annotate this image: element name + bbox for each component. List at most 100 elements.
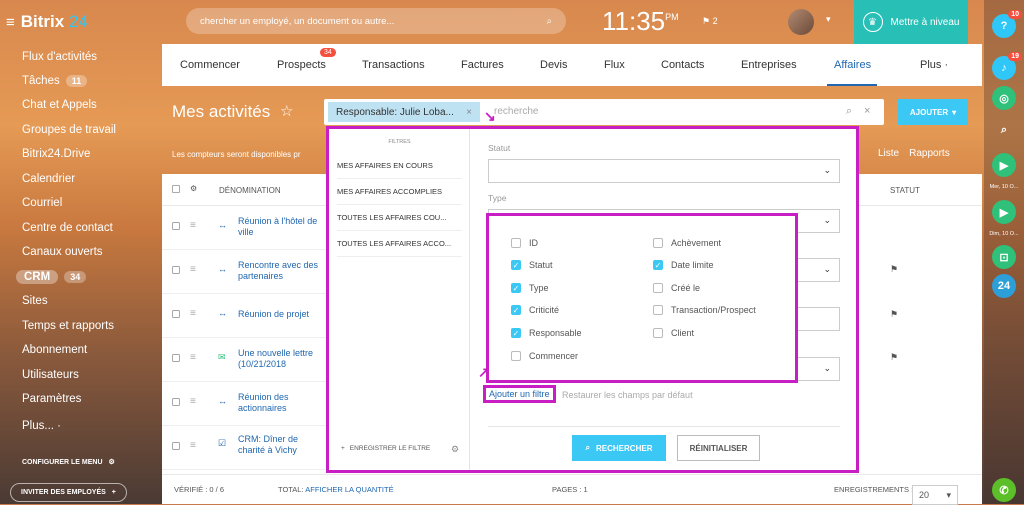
sidebar-item-drive[interactable]: Bitrix24.Drive (22, 148, 90, 160)
row-title[interactable]: Réunion des actionnaires (238, 392, 322, 414)
column-header-status[interactable]: STATUT (890, 186, 920, 195)
table-row[interactable]: ≡ ✉ Une nouvelle lettre (10/21/2018 (162, 338, 326, 382)
sidebar-item-parametres[interactable]: Paramètres (22, 393, 81, 405)
add-button[interactable]: AJOUTER ▾ (898, 99, 968, 125)
show-quantity-link[interactable]: AFFICHER LA QUANTITÉ (305, 485, 393, 494)
bell-icon[interactable]: ♪ 19 (992, 52, 1022, 80)
tab-devis[interactable]: Devis (540, 59, 568, 71)
sidebar-item-utilisateurs[interactable]: Utilisateurs (22, 369, 79, 381)
table-row[interactable]: ≡ ↔ Rencontre avec des partenaires (162, 250, 326, 294)
tab-commencer[interactable]: Commencer (180, 59, 240, 71)
sidebar-item-temps[interactable]: Temps et rapports (22, 320, 114, 332)
search-icon[interactable]: ⌕ (992, 118, 1016, 142)
checkbox[interactable] (653, 305, 663, 315)
row-title[interactable]: Réunion de projet (238, 309, 322, 320)
sidebar-item-groupes[interactable]: Groupes de travail (22, 124, 116, 136)
video-icon[interactable]: ▶ (992, 200, 1016, 224)
row-title[interactable]: Réunion à l'hôtel de ville (238, 216, 322, 238)
field-option-transaction[interactable]: Transaction/Prospect (653, 305, 756, 315)
tab-transactions[interactable]: Transactions (362, 59, 425, 71)
row-checkbox[interactable] (172, 442, 180, 450)
sidebar-item-chat[interactable]: Chat et Appels (22, 99, 97, 111)
filter-preset[interactable]: TOUTES LES AFFAIRES ACCO... (337, 231, 462, 257)
star-icon[interactable]: ☆ (280, 102, 293, 120)
flag-counter[interactable]: ⚑ 2 (702, 16, 718, 27)
field-option-cree-le[interactable]: Créé le (653, 283, 700, 293)
search-button[interactable]: ⌕ RECHERCHER (572, 435, 666, 461)
row-checkbox[interactable] (172, 310, 180, 318)
phone-icon[interactable]: ✆ (992, 478, 1016, 502)
filter-preset[interactable]: TOUTES LES AFFAIRES COU... (337, 205, 462, 231)
filter-bar[interactable]: Responsable: Julie Loba... × recherche ⌕ … (324, 99, 884, 125)
row-menu-icon[interactable]: ≡ (190, 396, 196, 407)
tab-affaires[interactable]: Affaires (834, 59, 871, 71)
sidebar-item-centre-contact[interactable]: Centre de contact (22, 222, 113, 234)
sidebar-item-crm[interactable]: CRM 34 (16, 270, 87, 284)
app-logo[interactable]: ≡ Bitrix 24 (6, 12, 88, 32)
row-menu-icon[interactable]: ≡ (190, 220, 196, 231)
field-option-statut[interactable]: ✓ Statut (511, 260, 553, 270)
chevron-down-icon[interactable]: ▾ (826, 14, 831, 25)
field-option-responsable[interactable]: ✓ Responsable (511, 328, 582, 338)
sidebar-item-sites[interactable]: Sites (22, 295, 48, 307)
checkbox-checked[interactable]: ✓ (511, 328, 521, 338)
row-menu-icon[interactable]: ≡ (190, 308, 196, 319)
close-icon[interactable]: × (466, 107, 472, 118)
add-filter-link[interactable]: Ajouter un filtre (483, 385, 556, 403)
checkbox-checked[interactable]: ✓ (511, 305, 521, 315)
checkbox-checked[interactable]: ✓ (511, 260, 521, 270)
checkbox-checked[interactable]: ✓ (511, 283, 521, 293)
gear-icon[interactable]: ⚙ (190, 184, 197, 193)
checkbox-checked[interactable]: ✓ (653, 260, 663, 270)
row-menu-icon[interactable]: ≡ (190, 440, 196, 451)
field-option-achevement[interactable]: Achèvement (653, 238, 721, 248)
checkbox[interactable] (511, 238, 521, 248)
sidebar-item-flux[interactable]: Flux d'activités (22, 51, 97, 63)
avatar[interactable] (788, 9, 814, 35)
search-icon[interactable]: ⌕ (846, 105, 852, 118)
field-option-criticite[interactable]: ✓ Criticité (511, 305, 559, 315)
row-checkbox[interactable] (172, 222, 180, 230)
view-reports-link[interactable]: Rapports (909, 148, 950, 159)
table-row[interactable]: ≡ ↔ Réunion à l'hôtel de ville (162, 206, 326, 250)
checkbox[interactable] (653, 283, 663, 293)
checkbox[interactable] (653, 238, 663, 248)
b24-icon[interactable]: 24 (992, 274, 1016, 298)
row-title[interactable]: CRM: Dîner de charité à Vichy (238, 434, 322, 456)
filter-chip[interactable]: Responsable: Julie Loba... × (328, 102, 480, 122)
chat-icon[interactable]: ◎ (992, 86, 1016, 110)
row-menu-icon[interactable]: ≡ (190, 264, 196, 275)
sidebar-item-abonnement[interactable]: Abonnement (22, 344, 87, 356)
sidebar-item-courriel[interactable]: Courriel (22, 197, 62, 209)
filter-preset[interactable]: MES AFFAIRES ACCOMPLIES (337, 179, 462, 205)
checkbox[interactable] (653, 328, 663, 338)
sidebar-item-taches[interactable]: Tâches 11 (22, 75, 88, 87)
restore-defaults-link[interactable]: Restaurer les champs par défaut (562, 390, 693, 400)
row-checkbox[interactable] (172, 398, 180, 406)
help-icon[interactable]: ? 10 (992, 10, 1022, 38)
upgrade-button[interactable]: ♛ Mettre à niveau (854, 0, 968, 44)
invite-button[interactable]: INVITER DES EMPLOYÉS + (10, 483, 127, 502)
field-option-date-limite[interactable]: ✓ Date limite (653, 260, 714, 270)
view-list-link[interactable]: Liste (878, 148, 899, 159)
row-menu-icon[interactable]: ≡ (190, 352, 196, 363)
row-checkbox[interactable] (172, 354, 180, 362)
column-header-name[interactable]: DÉNOMINATION (219, 186, 281, 195)
menu-icon[interactable]: ≡ (6, 14, 15, 31)
tab-entreprises[interactable]: Entreprises (741, 59, 797, 71)
tab-plus[interactable]: Plus · (920, 59, 948, 71)
table-row[interactable]: ≡ ☑ CRM: Dîner de charité à Vichy (162, 426, 326, 470)
tab-factures[interactable]: Factures (461, 59, 504, 71)
tab-prospects[interactable]: Prospects (277, 59, 326, 71)
row-checkbox[interactable] (172, 266, 180, 274)
statut-select[interactable]: ⌄ (488, 159, 840, 183)
save-filter-button[interactable]: + ENREGISTRER LE FILTRE (341, 445, 430, 452)
tab-flux[interactable]: Flux (604, 59, 625, 71)
per-page-select[interactable]: 20 ▾ (912, 485, 958, 505)
field-option-id[interactable]: ID (511, 238, 538, 248)
video-icon[interactable]: ▶ (992, 153, 1016, 177)
checkbox[interactable] (511, 351, 521, 361)
filter-preset[interactable]: MES AFFAIRES EN COURS (337, 153, 462, 179)
open-lines-icon[interactable]: ⊡ (992, 245, 1016, 269)
row-title[interactable]: Une nouvelle lettre (10/21/2018 (238, 348, 322, 370)
